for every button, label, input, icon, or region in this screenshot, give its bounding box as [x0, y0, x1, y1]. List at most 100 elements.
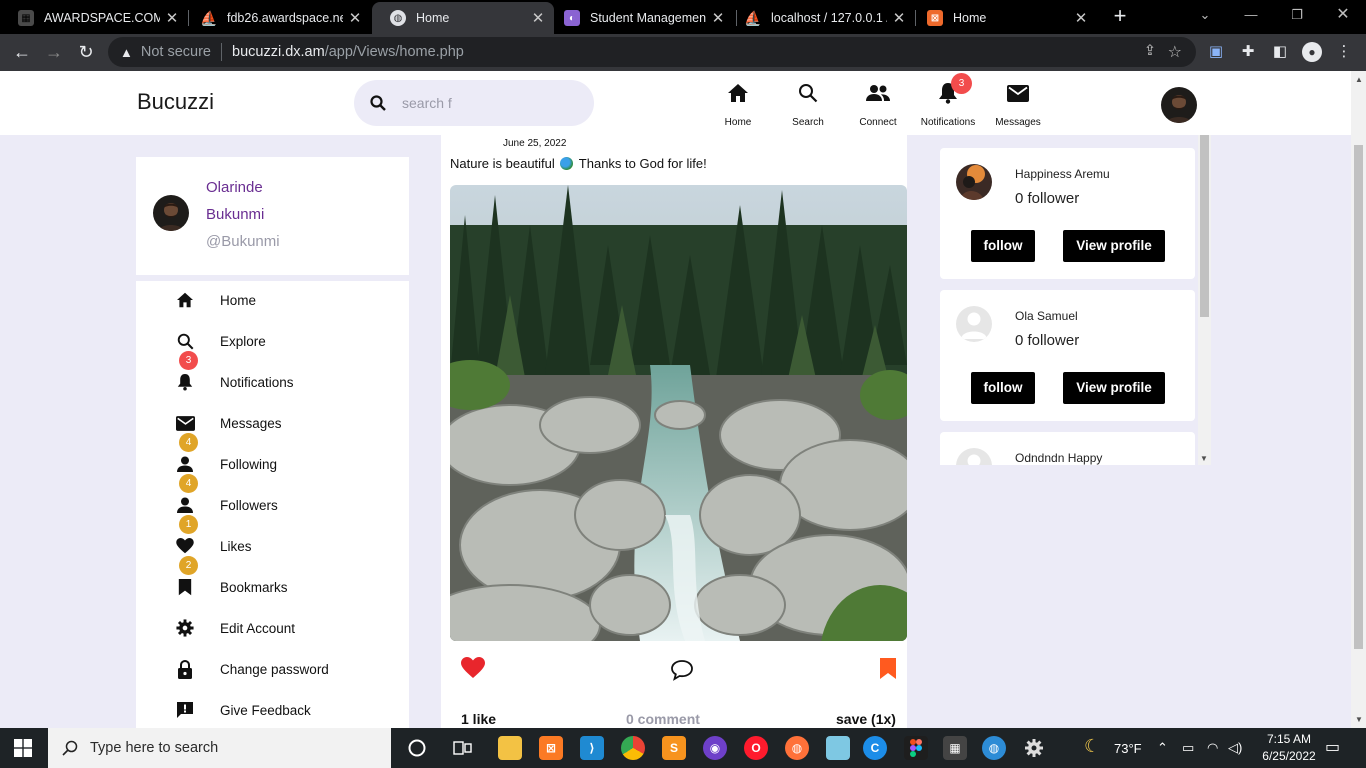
browser-tab[interactable]: ⊠ Home ✕	[909, 2, 1097, 34]
browser-tab[interactable]: ◐ Student Management ✕	[546, 2, 734, 34]
sidebar-item-give-feedback[interactable]: Give Feedback	[136, 691, 409, 728]
suggestion-avatar[interactable]	[956, 164, 992, 200]
xampp-icon[interactable]: ⊠	[539, 736, 563, 760]
sidebar-item-likes[interactable]: 1 Likes	[136, 515, 409, 567]
chrome-icon[interactable]	[621, 736, 645, 760]
address-bar[interactable]: ▲ Not secure bucuzzi.dx.am /app/Views/ho…	[108, 37, 1196, 67]
suggestion-name[interactable]: Ola Samuel	[1015, 309, 1078, 323]
sidebar-item-notifications[interactable]: 3 Notifications	[136, 351, 409, 403]
sidebar-item-messages[interactable]: Messages	[136, 404, 409, 444]
suggestion-avatar[interactable]	[956, 448, 992, 465]
back-arrow-icon[interactable]: ←	[8, 38, 36, 66]
nav-notifications[interactable]: 3 Notifications	[913, 73, 983, 128]
view-profile-button[interactable]: View profile	[1063, 230, 1165, 262]
nav-search[interactable]: Search	[773, 79, 843, 128]
notification-center-icon[interactable]: ▭	[1325, 737, 1340, 757]
suggestion-avatar[interactable]	[956, 306, 992, 342]
browser-menu-icon[interactable]: ⋮	[1334, 42, 1354, 62]
security-label[interactable]: Not secure	[141, 44, 211, 60]
scrollbar-thumb[interactable]	[1354, 145, 1363, 649]
restore-button[interactable]: ❐	[1274, 0, 1320, 30]
follow-button[interactable]: follow	[971, 372, 1035, 404]
browser-tab[interactable]: ⛵ localhost / 127.0.0.1 / ✕	[727, 2, 915, 34]
video-editor-icon[interactable]: ▦	[943, 736, 967, 760]
suggestions-scrollbar[interactable]: ▼	[1198, 135, 1211, 465]
sidebar-item-followers[interactable]: 4 Followers	[136, 474, 409, 526]
taskbar-search[interactable]: Type here to search	[48, 728, 391, 768]
side-panel-icon[interactable]: ◧	[1270, 42, 1290, 62]
comment-count[interactable]: 0 comment	[626, 711, 700, 727]
tab-search-icon[interactable]: ⌄	[1182, 0, 1228, 30]
cursor-app-icon[interactable]: C	[863, 736, 887, 760]
vscode-icon[interactable]: ⟩	[580, 736, 604, 760]
close-tab-icon[interactable]: ✕	[160, 9, 184, 27]
opera-icon[interactable]: O	[744, 736, 768, 760]
windows-start-icon[interactable]	[14, 739, 32, 757]
reload-icon[interactable]: ↻	[72, 38, 100, 66]
sidebar-item-change-password[interactable]: Change password	[136, 650, 409, 690]
sidebar-item-edit-account[interactable]: Edit Account	[136, 609, 409, 649]
suggestion-name[interactable]: Odndndn Happy	[1015, 451, 1102, 465]
search-bar[interactable]	[354, 80, 594, 126]
weather-moon-icon[interactable]: ☾	[1084, 736, 1100, 757]
like-count[interactable]: 1 like	[461, 711, 496, 727]
file-explorer-icon[interactable]	[498, 736, 522, 760]
scrollbar-thumb[interactable]	[1200, 135, 1209, 317]
sidebar-item-home[interactable]: Home	[136, 281, 409, 321]
close-tab-icon[interactable]: ✕	[1069, 9, 1093, 27]
warning-triangle-icon[interactable]: ▲	[120, 45, 133, 60]
nav-messages[interactable]: Messages	[983, 79, 1053, 128]
profile-first-name[interactable]: Olarinde	[206, 179, 263, 196]
close-tab-icon[interactable]: ✕	[887, 9, 911, 27]
nav-connect[interactable]: Connect	[843, 79, 913, 128]
like-button[interactable]	[461, 657, 485, 684]
scroll-down-arrow-icon[interactable]: ▼	[1200, 454, 1208, 463]
notes-app-icon[interactable]	[826, 736, 850, 760]
nav-home[interactable]: Home	[703, 79, 773, 128]
profile-avatar-icon[interactable]: ●	[1302, 42, 1322, 62]
github-desktop-icon[interactable]: ◉	[703, 736, 727, 760]
close-tab-icon[interactable]: ✕	[343, 9, 367, 27]
sidebar-item-explore[interactable]: Explore	[136, 322, 409, 362]
bookmark-button[interactable]	[879, 658, 897, 685]
post-image[interactable]	[450, 185, 907, 641]
search-input[interactable]	[402, 95, 562, 111]
settings-gear-icon[interactable]	[1022, 736, 1046, 760]
sidebar-item-following[interactable]: 4 Following	[136, 433, 409, 485]
chevron-up-icon[interactable]: ⌃	[1157, 740, 1168, 756]
window-close-button[interactable]: ✕	[1320, 0, 1366, 30]
sidebar-item-bookmarks[interactable]: 2 Bookmarks	[136, 556, 409, 608]
clock-date[interactable]: 6/25/2022	[1254, 749, 1324, 763]
browser-tab[interactable]: ▦ AWARDSPACE.COM ✕	[0, 2, 188, 34]
figma-icon[interactable]	[904, 736, 928, 760]
follow-button[interactable]: follow	[971, 230, 1035, 262]
page-scrollbar[interactable]: ▲ ▼	[1351, 71, 1366, 728]
browser-tab-active[interactable]: ◍ Home ✕	[372, 2, 554, 34]
user-avatar[interactable]	[1161, 87, 1197, 123]
extension-window-icon[interactable]: ▣	[1206, 42, 1226, 62]
sublime-text-icon[interactable]: S	[662, 736, 686, 760]
brand-logo[interactable]: Bucuzzi	[137, 89, 214, 115]
view-profile-button[interactable]: View profile	[1063, 372, 1165, 404]
scroll-up-arrow-icon[interactable]: ▲	[1355, 75, 1363, 84]
extensions-puzzle-icon[interactable]: ✚	[1238, 42, 1258, 62]
network-app-icon[interactable]: ◍	[982, 736, 1006, 760]
task-view-icon[interactable]	[451, 736, 475, 760]
profile-last-name[interactable]: Bukunmi	[206, 206, 264, 223]
share-icon[interactable]: ⇪	[1144, 43, 1156, 59]
clock-time[interactable]: 7:15 AM	[1259, 732, 1319, 746]
battery-icon[interactable]: ▭	[1182, 740, 1194, 756]
save-count[interactable]: save (1x)	[836, 711, 896, 727]
weather-temperature[interactable]: 73°F	[1114, 741, 1142, 756]
scroll-down-arrow-icon[interactable]: ▼	[1355, 715, 1363, 724]
forward-arrow-icon[interactable]: →	[40, 38, 68, 66]
browser-tab[interactable]: ⛵ fdb26.awardspace.net ✕	[183, 2, 371, 34]
profile-avatar[interactable]	[153, 195, 189, 231]
volume-icon[interactable]: ◁)	[1228, 740, 1242, 756]
comment-button[interactable]	[670, 659, 694, 686]
minimize-button[interactable]: —	[1228, 0, 1274, 30]
bookmark-star-icon[interactable]: ☆	[1168, 42, 1182, 62]
suggestion-name[interactable]: Happiness Aremu	[1015, 167, 1110, 181]
firefox-icon[interactable]: ◍	[785, 736, 809, 760]
cortana-icon[interactable]	[405, 736, 429, 760]
